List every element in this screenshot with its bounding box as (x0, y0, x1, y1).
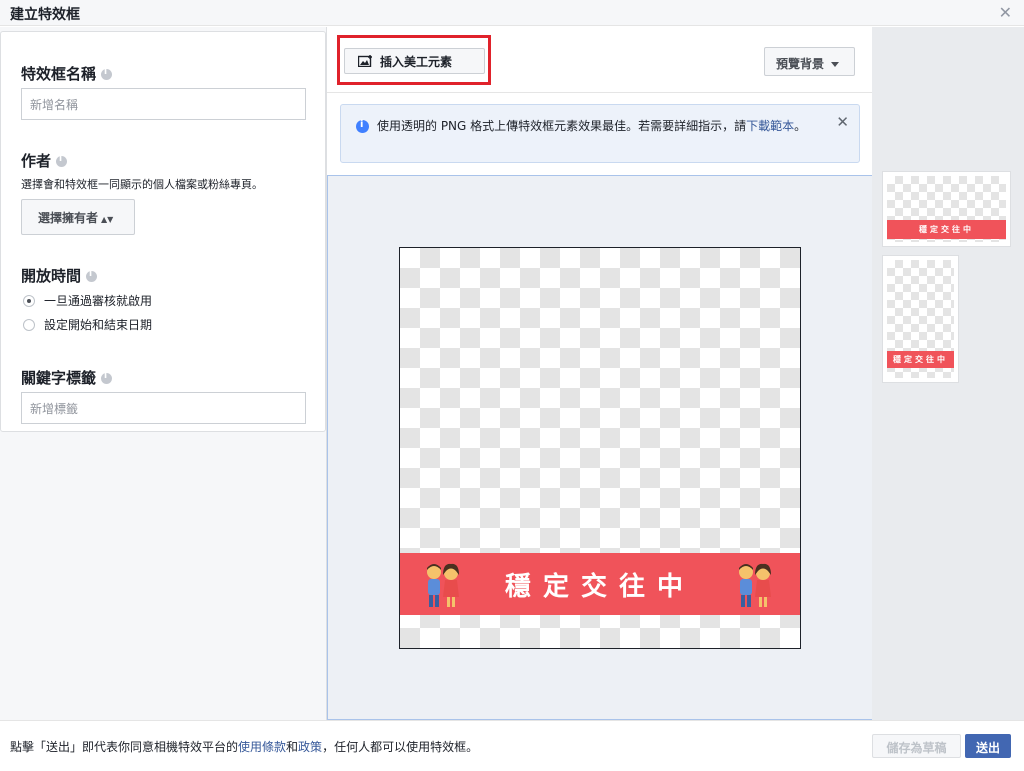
frame-settings-panel: 特效框名稱 新增名稱 作者 選擇會和特效框一同顯示的個人檔案或粉絲專頁。 選擇擁… (0, 31, 326, 432)
radio-selected-icon[interactable] (23, 294, 35, 307)
frame-name-label-text: 特效框名稱 (21, 65, 97, 83)
preview-background-label: 預覽背景 (776, 57, 825, 71)
preview-background-dropdown[interactable]: 預覽背景 (764, 47, 855, 76)
image-add-icon (358, 55, 372, 67)
frame-editor: 插入美工元素 預覽背景 使用透明的 PNG 格式上傳特效框元素效果最佳。若需要詳… (326, 27, 873, 720)
schedule-option-label: 一旦通過審核就啟用 (44, 294, 153, 308)
terms-link[interactable]: 使用條款 (238, 740, 286, 754)
close-icon[interactable]: ✕ (999, 3, 1012, 22)
notice-text: 使用透明的 PNG 格式上傳特效框元素效果最佳。若需要詳細指示，請 (377, 119, 747, 133)
legal-notice: 點擊「送出」即代表你同意相機特效平台的使用條款和政策，任何人都可以使用特效框。 (10, 738, 478, 755)
submit-button[interactable]: 送出 (965, 734, 1011, 758)
thumbnail-banner: 穩定交往中 (887, 351, 954, 368)
insert-art-button[interactable]: 插入美工元素 (344, 48, 485, 74)
schedule-label-text: 開放時間 (21, 267, 82, 285)
schedule-option-immediate[interactable]: 一旦通過審核就啟用 (23, 292, 152, 309)
author-helper-text: 選擇會和特效框一同顯示的個人檔案或粉絲專頁。 (21, 178, 263, 191)
keywords-label: 關鍵字標籤 (21, 367, 113, 388)
schedule-label: 開放時間 (21, 265, 98, 286)
legal-text-end: ，任何人都可以使用特效框。 (322, 740, 479, 754)
legal-text: 點擊「送出」即代表你同意相機特效平台的 (10, 740, 239, 754)
author-label-text: 作者 (21, 152, 52, 170)
thumbnail-landscape[interactable]: 穩定交往中 (882, 171, 1011, 247)
couple-emoji-icon (739, 563, 771, 607)
legal-and: 和 (286, 740, 299, 754)
notice-text-end: 。 (794, 119, 807, 133)
frame-preview-canvas[interactable]: 穩定交往中 (399, 247, 801, 649)
canvas-area: 穩定交往中 (327, 175, 873, 720)
dismiss-notice-icon[interactable]: ✕ (836, 113, 849, 131)
info-icon[interactable] (101, 67, 113, 80)
author-label: 作者 (21, 150, 68, 171)
frame-banner[interactable]: 穩定交往中 (400, 553, 800, 615)
chevron-down-icon (831, 62, 840, 67)
thumbnail-portrait[interactable]: 穩定交往中 (882, 255, 959, 383)
sort-arrows-icon: ▲▼ (101, 215, 114, 224)
frame-name-input[interactable]: 新增名稱 (21, 88, 306, 120)
info-icon[interactable] (101, 371, 113, 384)
create-frame-dialog: 建立特效框 ✕ 特效框名稱 新增名稱 作者 選擇會和特效框一同顯示的個人檔案或粉… (0, 0, 1024, 771)
dialog-title: 建立特效框 (10, 7, 80, 23)
radio-unselected-icon[interactable] (23, 318, 35, 331)
png-tip-notice: 使用透明的 PNG 格式上傳特效框元素效果最佳。若需要詳細指示，請下載範本。 ✕ (340, 104, 860, 163)
policy-link[interactable]: 政策 (298, 740, 322, 754)
editor-toolbar: 插入美工元素 預覽背景 (327, 27, 873, 93)
schedule-option-label: 設定開始和結束日期 (44, 318, 153, 332)
preview-thumbnails: 穩定交往中 穩定交往中 (872, 27, 1024, 720)
dialog-footer: 點擊「送出」即代表你同意相機特效平台的使用條款和政策，任何人都可以使用特效框。 … (0, 720, 1024, 771)
download-template-link[interactable]: 下載範本 (746, 119, 794, 133)
info-icon[interactable] (56, 154, 68, 167)
select-owner-button[interactable]: 選擇擁有者 ▲▼ (21, 199, 135, 235)
select-owner-label: 選擇擁有者 (38, 211, 99, 225)
thumbnail-canvas: 穩定交往中 (887, 260, 954, 378)
insert-art-label: 插入美工元素 (380, 54, 453, 69)
dialog-titlebar: 建立特效框 ✕ (0, 0, 1024, 26)
banner-text: 穩定交往中 (504, 571, 695, 602)
couple-emoji-icon (427, 563, 459, 607)
info-icon[interactable] (86, 269, 98, 282)
info-icon (356, 119, 369, 133)
thumbnail-banner: 穩定交往中 (887, 220, 1006, 239)
save-draft-button[interactable]: 儲存為草稿 (872, 734, 961, 758)
keywords-label-text: 關鍵字標籤 (21, 369, 97, 387)
schedule-option-date-range[interactable]: 設定開始和結束日期 (23, 316, 152, 333)
thumbnail-canvas: 穩定交往中 (887, 176, 1006, 242)
notice-message: 使用透明的 PNG 格式上傳特效框元素效果最佳。若需要詳細指示，請下載範本。 (377, 118, 827, 135)
keywords-input[interactable]: 新增標籤 (21, 392, 306, 424)
dialog-body: 特效框名稱 新增名稱 作者 選擇會和特效框一同顯示的個人檔案或粉絲專頁。 選擇擁… (0, 27, 1024, 720)
frame-name-label: 特效框名稱 (21, 63, 113, 84)
